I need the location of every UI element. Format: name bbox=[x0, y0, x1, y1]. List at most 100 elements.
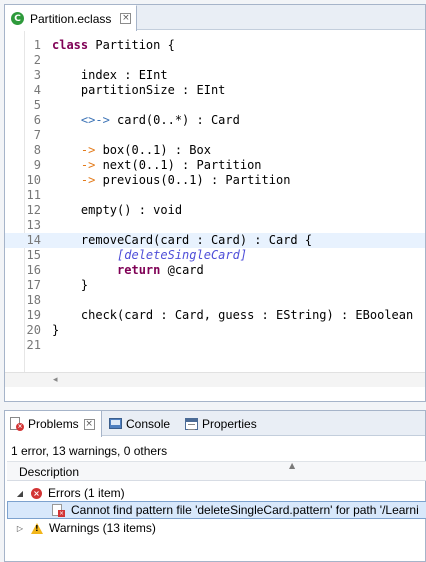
line-number: 13 bbox=[26, 218, 41, 232]
code-line[interactable]: 19 check(card : Card, guess : EString) :… bbox=[5, 308, 425, 323]
line-number: 19 bbox=[26, 308, 41, 322]
line-number: 11 bbox=[26, 188, 41, 202]
tab-properties-label: Properties bbox=[202, 416, 257, 431]
code-text: removeCard(card : Card) : Card { bbox=[52, 233, 312, 248]
code-token: } bbox=[52, 278, 89, 292]
code-line[interactable]: 1 class Partition { bbox=[5, 38, 425, 53]
line-number: 5 bbox=[33, 98, 41, 112]
code-token: [deleteSingleCard] bbox=[117, 248, 248, 262]
code-line[interactable]: 14 removeCard(card : Card) : Card { bbox=[5, 233, 425, 248]
code-text: } bbox=[52, 278, 88, 293]
collapsed-twistie-icon[interactable]: ▷ bbox=[15, 524, 25, 533]
line-number: 21 bbox=[26, 338, 41, 352]
code-token: partitionSize : EInt bbox=[52, 83, 226, 97]
code-line[interactable]: 13 bbox=[5, 218, 425, 233]
sort-ascending-icon: ▲ bbox=[289, 461, 296, 470]
problems-view-panel: × Problems × Console Properties 1 error,… bbox=[4, 410, 426, 562]
line-number: 20 bbox=[26, 323, 41, 337]
errors-group-row[interactable]: ◢ × Errors (1 item) bbox=[7, 484, 426, 502]
error-icon: × bbox=[31, 487, 42, 499]
error-item-label: Cannot find pattern file 'deleteSingleCa… bbox=[71, 503, 419, 517]
expanded-twistie-icon[interactable]: ◢ bbox=[15, 489, 25, 498]
warnings-group-row[interactable]: ▷ ! Warnings (13 items) bbox=[7, 519, 426, 537]
line-number: 17 bbox=[26, 278, 41, 292]
editor-tab-bar: C Partition.eclass × bbox=[5, 5, 425, 31]
code-token: card(0..*) : Card bbox=[109, 113, 240, 127]
console-icon bbox=[109, 418, 122, 429]
line-number: 4 bbox=[33, 83, 41, 97]
file-error-icon: × bbox=[52, 503, 65, 517]
code-line[interactable]: 18 bbox=[5, 293, 425, 308]
code-line[interactable]: 11 bbox=[5, 188, 425, 203]
ecore-class-icon: C bbox=[11, 12, 24, 25]
code-token: next(0..1) : Partition bbox=[95, 158, 262, 172]
line-number: 9 bbox=[33, 158, 41, 172]
line-number: 10 bbox=[26, 173, 41, 187]
line-number: 2 bbox=[33, 53, 41, 67]
code-line[interactable]: 6 <>-> card(0..*) : Card bbox=[5, 113, 425, 128]
code-text: index : EInt bbox=[52, 68, 168, 83]
code-line[interactable]: 2 bbox=[5, 53, 425, 68]
code-line[interactable]: 4 partitionSize : EInt bbox=[5, 83, 425, 98]
code-text: partitionSize : EInt bbox=[52, 83, 226, 98]
tab-console[interactable]: Console bbox=[109, 411, 170, 436]
tab-properties[interactable]: Properties bbox=[185, 411, 257, 436]
editor-panel: C Partition.eclass × ◂ 1 class Partition … bbox=[4, 4, 426, 402]
horizontal-scrollbar[interactable]: ◂ bbox=[5, 372, 425, 387]
code-text: <>-> card(0..*) : Card bbox=[52, 113, 240, 128]
scroll-left-icon[interactable]: ◂ bbox=[53, 375, 58, 385]
code-token: box(0..1) : Box bbox=[95, 143, 211, 157]
code-line[interactable]: 21 bbox=[5, 338, 425, 353]
description-column-header[interactable]: ▲ Description bbox=[7, 461, 426, 481]
code-text: return @card bbox=[52, 263, 204, 278]
code-line[interactable]: 9 -> next(0..1) : Partition bbox=[5, 158, 425, 173]
line-number: 1 bbox=[33, 38, 41, 52]
code-text: empty() : void bbox=[52, 203, 182, 218]
code-token: <>-> bbox=[80, 113, 110, 127]
code-editor[interactable]: ◂ 1 class Partition {2 3 index : EInt 4 par… bbox=[5, 31, 425, 387]
close-icon[interactable]: × bbox=[120, 13, 132, 24]
code-line[interactable]: 12 empty() : void bbox=[5, 203, 425, 218]
code-token: -> bbox=[80, 158, 96, 172]
code-line[interactable]: 17 } bbox=[5, 278, 425, 293]
errors-group-label: Errors (1 item) bbox=[48, 486, 125, 500]
code-token: removeCard(card : Card) : Card { bbox=[52, 233, 313, 247]
code-token: return bbox=[117, 263, 161, 277]
code-token: } bbox=[52, 323, 60, 337]
code-line[interactable]: 10 -> previous(0..1) : Partition bbox=[5, 173, 425, 188]
error-item-row[interactable]: × Cannot find pattern file 'deleteSingle… bbox=[7, 501, 426, 519]
line-number: 16 bbox=[26, 263, 41, 277]
code-line[interactable]: 3 index : EInt bbox=[5, 68, 425, 83]
editor-tab-partition[interactable]: C Partition.eclass × bbox=[5, 5, 137, 31]
editor-tab-title: Partition.eclass bbox=[30, 11, 112, 26]
line-number: 8 bbox=[33, 143, 41, 157]
code-token: check(card : Card, guess : EString) : EB… bbox=[52, 308, 414, 322]
problems-icon: × bbox=[10, 417, 24, 431]
code-text: [deleteSingleCard] bbox=[52, 248, 247, 263]
properties-icon bbox=[185, 417, 198, 430]
warning-icon: ! bbox=[31, 522, 43, 534]
warnings-group-label: Warnings (13 items) bbox=[49, 521, 156, 535]
code-line[interactable]: 7 bbox=[5, 128, 425, 143]
close-icon[interactable]: × bbox=[83, 418, 95, 430]
line-number: 7 bbox=[33, 128, 41, 142]
code-line[interactable]: 20} bbox=[5, 323, 425, 338]
code-token: -> bbox=[80, 173, 96, 187]
line-number: 6 bbox=[33, 113, 41, 127]
code-token: index : EInt bbox=[52, 68, 168, 82]
code-text: -> next(0..1) : Partition bbox=[52, 158, 262, 173]
description-column-label: Description bbox=[19, 465, 80, 479]
tab-problems[interactable]: × Problems × bbox=[5, 411, 102, 437]
code-token: @card bbox=[160, 263, 204, 277]
code-line[interactable]: 16 return @card bbox=[5, 263, 425, 278]
line-number: 18 bbox=[26, 293, 41, 307]
view-tab-bar: × Problems × Console Properties bbox=[5, 411, 425, 437]
code-line[interactable]: 8 -> box(0..1) : Box bbox=[5, 143, 425, 158]
code-line[interactable]: 15 [deleteSingleCard] bbox=[5, 248, 425, 263]
line-number: 14 bbox=[26, 233, 41, 247]
code-line[interactable]: 5 bbox=[5, 98, 425, 113]
